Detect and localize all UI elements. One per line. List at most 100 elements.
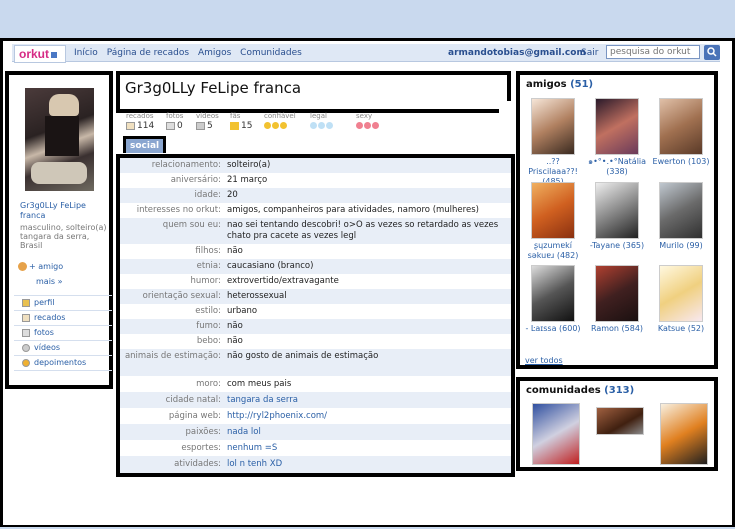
search-button[interactable] bbox=[704, 45, 720, 60]
community-thumb[interactable] bbox=[596, 407, 644, 435]
logout-link[interactable]: Sair bbox=[581, 48, 598, 58]
stat-fas[interactable]: fãs 15 bbox=[230, 112, 252, 131]
search-icon bbox=[707, 47, 717, 57]
detail-row: relacionamento: solteiro(a) bbox=[120, 158, 511, 173]
detail-row: esportes: nenhum =S bbox=[120, 440, 511, 456]
see-all-friends-link[interactable]: ver todos bbox=[525, 356, 563, 365]
photo-icon bbox=[22, 328, 30, 337]
friend-card[interactable]: ๑•°•.•°Natália (338) bbox=[588, 98, 646, 177]
friend-photo bbox=[531, 98, 575, 155]
profile-menu: perfil recados fotos vídeos depoimentos bbox=[14, 295, 112, 371]
search-input[interactable] bbox=[606, 45, 700, 59]
community-thumb[interactable] bbox=[532, 403, 580, 465]
sidebar-item-recados[interactable]: recados bbox=[14, 311, 112, 326]
nav-inicio[interactable]: Início bbox=[74, 48, 98, 58]
video-icon bbox=[22, 343, 30, 352]
friend-photo bbox=[595, 265, 639, 322]
video-icon bbox=[196, 121, 205, 130]
detail-value-link[interactable]: tangara da serra bbox=[227, 395, 509, 406]
friend-card[interactable]: Ramon (584) bbox=[588, 265, 646, 334]
friend-name: -Tayane (365) bbox=[589, 241, 645, 250]
sidebar-item-fotos[interactable]: fotos bbox=[14, 326, 112, 341]
add-friend-button[interactable]: + amigo bbox=[18, 262, 63, 271]
sidebar-item-videos[interactable]: vídeos bbox=[14, 341, 112, 356]
friend-card[interactable]: ʂɥzumɐkí sǝkuɐɹ (482) bbox=[524, 182, 582, 261]
detail-row: fumo: não bbox=[120, 319, 511, 334]
profile-title-box: Gr3g0LLy FeLipe franca bbox=[116, 71, 511, 113]
detail-value: amigos, companheiros para atividades, na… bbox=[227, 205, 479, 215]
detail-row: bebo: não bbox=[120, 334, 511, 349]
user-email[interactable]: armandotobias@gmail.com bbox=[448, 48, 586, 58]
detail-key: moro: bbox=[196, 379, 221, 389]
detail-value-link[interactable]: nada lol bbox=[227, 427, 509, 438]
detail-key: página web: bbox=[168, 411, 221, 421]
friend-card[interactable]: - Ŀaɪssa (600) bbox=[524, 265, 582, 334]
friend-name: Katsue (52) bbox=[657, 324, 705, 333]
detail-row: paixões: nada lol bbox=[120, 424, 511, 440]
detail-value: urbano bbox=[227, 306, 258, 316]
sidebar-item-label: recados bbox=[34, 313, 66, 322]
main-nav: Início Página de recados Amigos Comunida… bbox=[74, 48, 308, 58]
friend-card[interactable]: Murilo (99) bbox=[652, 182, 710, 251]
more-link[interactable]: mais » bbox=[36, 277, 63, 286]
friend-name: - Ŀaɪssa (600) bbox=[525, 324, 581, 333]
profile-summary: masculino, solteiro(a) tangara da serra,… bbox=[20, 223, 107, 250]
stat-confiavel: confiável bbox=[264, 112, 296, 131]
detail-value: não gosto de animais de estimação bbox=[227, 351, 379, 361]
detail-row: estilo: urbano bbox=[120, 304, 511, 319]
communities-header[interactable]: comunidades (313) bbox=[526, 385, 634, 396]
friend-photo bbox=[595, 182, 639, 239]
detail-key: aniversário: bbox=[170, 175, 221, 185]
detail-key: humor: bbox=[190, 276, 221, 286]
stat-label: fãs bbox=[230, 112, 241, 120]
detail-value-link[interactable]: nenhum =S bbox=[227, 443, 509, 454]
scrap-icon bbox=[22, 313, 30, 322]
detail-value: heterossexual bbox=[227, 291, 287, 301]
friend-card[interactable]: Katsue (52) bbox=[652, 265, 710, 334]
sidebar-item-perfil[interactable]: perfil bbox=[14, 296, 112, 311]
tab-social[interactable]: social bbox=[123, 136, 167, 153]
nav-comunidades[interactable]: Comunidades bbox=[240, 48, 302, 58]
detail-value-link[interactable]: lol n tenh XD bbox=[227, 459, 509, 470]
detail-row: etnia: caucasiano (branco) bbox=[120, 259, 511, 274]
detail-row: aniversário: 21 março bbox=[120, 173, 511, 188]
communities-count: (313) bbox=[604, 385, 635, 396]
detail-key: atividades: bbox=[174, 459, 221, 469]
sidebar-item-label: perfil bbox=[34, 298, 55, 307]
detail-row: interesses no orkut: amigos, companheiros… bbox=[120, 203, 511, 218]
friends-header[interactable]: amigos (51) bbox=[526, 79, 593, 90]
sidebar-item-depoimentos[interactable]: depoimentos bbox=[14, 356, 112, 371]
detail-key: fumo: bbox=[196, 321, 221, 331]
detail-row: humor: extrovertido/extravagante bbox=[120, 274, 511, 289]
nav-pagina-de-recados[interactable]: Página de recados bbox=[107, 48, 189, 58]
community-thumb[interactable] bbox=[660, 403, 708, 465]
detail-value-link[interactable]: http://ryl2phoenix.com/ bbox=[227, 411, 509, 422]
detail-row: filhos: não bbox=[120, 244, 511, 259]
profile-name-link[interactable]: Gr3g0LLy FeLipe franca bbox=[20, 201, 110, 221]
friend-photo bbox=[659, 182, 703, 239]
detail-row: página web: http://ryl2phoenix.com/ bbox=[120, 408, 511, 424]
communities-panel: comunidades (313) bbox=[516, 377, 718, 471]
stat-videos[interactable]: vídeos 5 bbox=[196, 112, 219, 131]
photo-skulls bbox=[31, 162, 87, 184]
friend-photo bbox=[531, 182, 575, 239]
friend-name: ๑•°•.•°Natália (338) bbox=[588, 157, 647, 176]
heart-icon bbox=[356, 121, 380, 131]
sidebar-item-label: fotos bbox=[34, 328, 54, 337]
detail-row: quem sou eu: nao sei tentando descobri! o… bbox=[120, 218, 511, 244]
stat-fotos[interactable]: fotos 0 bbox=[166, 112, 183, 131]
detail-value: extrovertido/extravagante bbox=[227, 276, 339, 286]
detail-value: 20 bbox=[227, 190, 238, 200]
stat-recados[interactable]: recados 114 bbox=[126, 112, 154, 131]
friend-card[interactable]: ..??Priscilaaa??! (485) bbox=[524, 98, 582, 187]
friend-card[interactable]: Ewerton (103) bbox=[652, 98, 710, 167]
profile-photo[interactable] bbox=[25, 88, 94, 191]
add-friend-icon bbox=[18, 262, 27, 271]
nav-amigos[interactable]: Amigos bbox=[198, 48, 231, 58]
left-sidebar: Gr3g0LLy FeLipe franca masculino, soltei… bbox=[5, 71, 113, 389]
friend-card[interactable]: -Tayane (365) bbox=[588, 182, 646, 251]
orkut-logo[interactable]: orkut bbox=[14, 45, 66, 63]
detail-key: interesses no orkut: bbox=[136, 205, 221, 215]
detail-key: relacionamento: bbox=[151, 160, 221, 170]
stat-value: 5 bbox=[207, 121, 213, 131]
